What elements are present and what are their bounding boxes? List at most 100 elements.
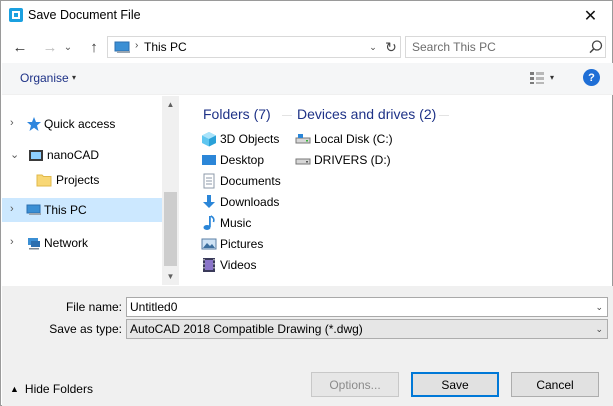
desktop-icon <box>202 155 216 165</box>
refresh-icon[interactable]: ↻ <box>382 37 400 57</box>
scroll-up-icon[interactable]: ▲ <box>162 98 179 110</box>
view-caret-icon[interactable]: ▾ <box>550 73 554 82</box>
3d-objects-icon <box>202 132 216 147</box>
nav-item-label: This PC <box>44 203 87 217</box>
downloads-icon <box>203 195 215 208</box>
folder-item-desktop[interactable]: Desktop <box>201 150 264 170</box>
forward-arrow-icon: → <box>42 38 58 56</box>
local-disk-icon <box>295 134 311 144</box>
folder-item-label: Music <box>220 216 252 230</box>
up-arrow-icon: ↑ <box>90 38 98 56</box>
folder-item-downloads[interactable]: Downloads <box>201 192 279 212</box>
save-type-select[interactable]: AutoCAD 2018 Compatible Drawing (*.dwg) … <box>126 319 608 339</box>
network-icon <box>28 238 40 250</box>
back-button[interactable]: ← <box>9 36 31 58</box>
chevron-right-icon[interactable]: › <box>10 203 14 215</box>
folder-item-label: Downloads <box>220 195 280 209</box>
folder-item-pictures[interactable]: Pictures <box>201 234 263 254</box>
save-button[interactable]: Save <box>411 372 499 397</box>
folders-group-header[interactable]: Folders (7) <box>203 106 271 122</box>
recent-locations-button[interactable]: ⌄ <box>61 36 75 58</box>
options-button[interactable]: Options... <box>311 372 399 397</box>
breadcrumb-this-pc[interactable]: This PC <box>144 40 187 54</box>
navigation-pane: › Quick access ⌄ nanoCAD Projects › This… <box>2 96 178 285</box>
folder-item-label: 3D Objects <box>220 132 280 146</box>
folder-item-documents[interactable]: Documents <box>201 171 281 191</box>
caret-up-icon: ▲ <box>10 384 19 394</box>
chevron-down-icon[interactable]: ⌄ <box>10 148 19 161</box>
scroll-thumb[interactable] <box>164 192 177 266</box>
filename-label: File name: <box>65 300 122 314</box>
cancel-button[interactable]: Cancel <box>511 372 599 397</box>
nav-item-label: Projects <box>56 173 100 187</box>
address-dropdown-icon[interactable]: ⌄ <box>366 37 380 57</box>
group-divider <box>439 115 449 116</box>
help-icon[interactable]: ? <box>583 69 600 86</box>
drive-item-label: Local Disk (C:) <box>314 132 393 146</box>
drive-item-label: DRIVERS (D:) <box>314 153 391 167</box>
drives-group-header[interactable]: Devices and drives (2) <box>297 106 436 122</box>
chevron-down-icon[interactable]: ⌄ <box>595 324 603 335</box>
nav-item-quick-access[interactable]: › Quick access <box>2 112 162 136</box>
star-icon <box>27 117 41 131</box>
scroll-down-icon[interactable]: ▼ <box>162 270 179 282</box>
nav-item-label: Network <box>44 236 89 250</box>
group-divider <box>282 115 292 116</box>
documents-icon <box>203 173 215 189</box>
nav-scrollbar[interactable]: ▲ ▼ <box>162 96 179 285</box>
chevron-right-icon[interactable]: › <box>10 236 14 248</box>
drive-icon <box>295 158 311 165</box>
save-options-area: File name: Untitled0 ⌄ Save as type: Aut… <box>2 286 613 406</box>
forward-button[interactable]: → <box>39 36 61 58</box>
nav-item-this-pc[interactable]: › This PC <box>2 198 162 222</box>
hide-folders-label: Hide Folders <box>24 382 93 396</box>
search-icon <box>589 40 603 54</box>
computer-icon <box>114 41 130 53</box>
chevron-down-icon: ⌄ <box>63 41 73 53</box>
close-button[interactable]: ✕ <box>569 1 612 31</box>
save-type-value: AutoCAD 2018 Compatible Drawing (*.dwg) <box>130 322 363 336</box>
command-bar: Organise ▾ ▾ ? <box>2 63 613 95</box>
drive-item-drivers[interactable]: DRIVERS (D:) <box>295 150 391 170</box>
folder-item-3d-objects[interactable]: 3D Objects <box>201 129 279 149</box>
content-pane: Folders (7) Devices and drives (2) 3D Ob… <box>180 96 612 285</box>
folder-item-videos[interactable]: Videos <box>201 255 256 275</box>
caret-down-icon: ▾ <box>72 73 77 82</box>
nav-item-label: nanoCAD <box>47 148 100 162</box>
nav-item-network[interactable]: › Network <box>2 231 162 255</box>
title-bar: Save Document File ✕ <box>1 1 612 31</box>
folder-item-label: Documents <box>220 174 281 188</box>
search-input[interactable]: Search This PC <box>405 36 606 58</box>
address-bar[interactable]: › This PC ⌄ ↻ <box>107 36 401 58</box>
pictures-icon <box>201 238 217 250</box>
folder-item-label: Videos <box>220 258 257 272</box>
nanocad-icon <box>29 150 43 161</box>
drive-item-local-disk[interactable]: Local Disk (C:) <box>295 129 393 149</box>
folder-item-label: Desktop <box>220 153 265 167</box>
filename-value: Untitled0 <box>130 300 178 314</box>
hide-folders-button[interactable]: ▲ Hide Folders <box>10 382 93 396</box>
breadcrumb-separator: › <box>135 40 139 51</box>
window-title: Save Document File <box>28 8 141 22</box>
music-icon <box>203 215 215 230</box>
search-placeholder: Search This PC <box>412 40 496 54</box>
up-button[interactable]: ↑ <box>83 36 105 58</box>
app-icon <box>9 8 23 22</box>
computer-icon <box>26 204 41 215</box>
view-options-icon[interactable] <box>529 71 545 85</box>
filename-input[interactable]: Untitled0 ⌄ <box>126 297 608 317</box>
folder-icon <box>36 174 52 187</box>
folder-item-music[interactable]: Music <box>201 213 251 233</box>
nav-item-label: Quick access <box>44 117 116 131</box>
save-dialog: Save Document File ✕ ← → ⌄ ↑ › This PC ⌄… <box>0 0 613 406</box>
nav-item-projects[interactable]: Projects <box>2 168 162 192</box>
chevron-down-icon[interactable]: ⌄ <box>595 302 603 313</box>
folder-item-label: Pictures <box>220 237 264 251</box>
chevron-right-icon[interactable]: › <box>10 117 14 129</box>
videos-icon <box>203 258 215 272</box>
back-arrow-icon: ← <box>12 38 28 56</box>
nav-item-nanocad[interactable]: ⌄ nanoCAD <box>2 143 162 167</box>
save-type-label: Save as type: <box>49 322 122 336</box>
close-icon: ✕ <box>583 8 598 25</box>
organise-button[interactable]: Organise <box>20 71 69 85</box>
